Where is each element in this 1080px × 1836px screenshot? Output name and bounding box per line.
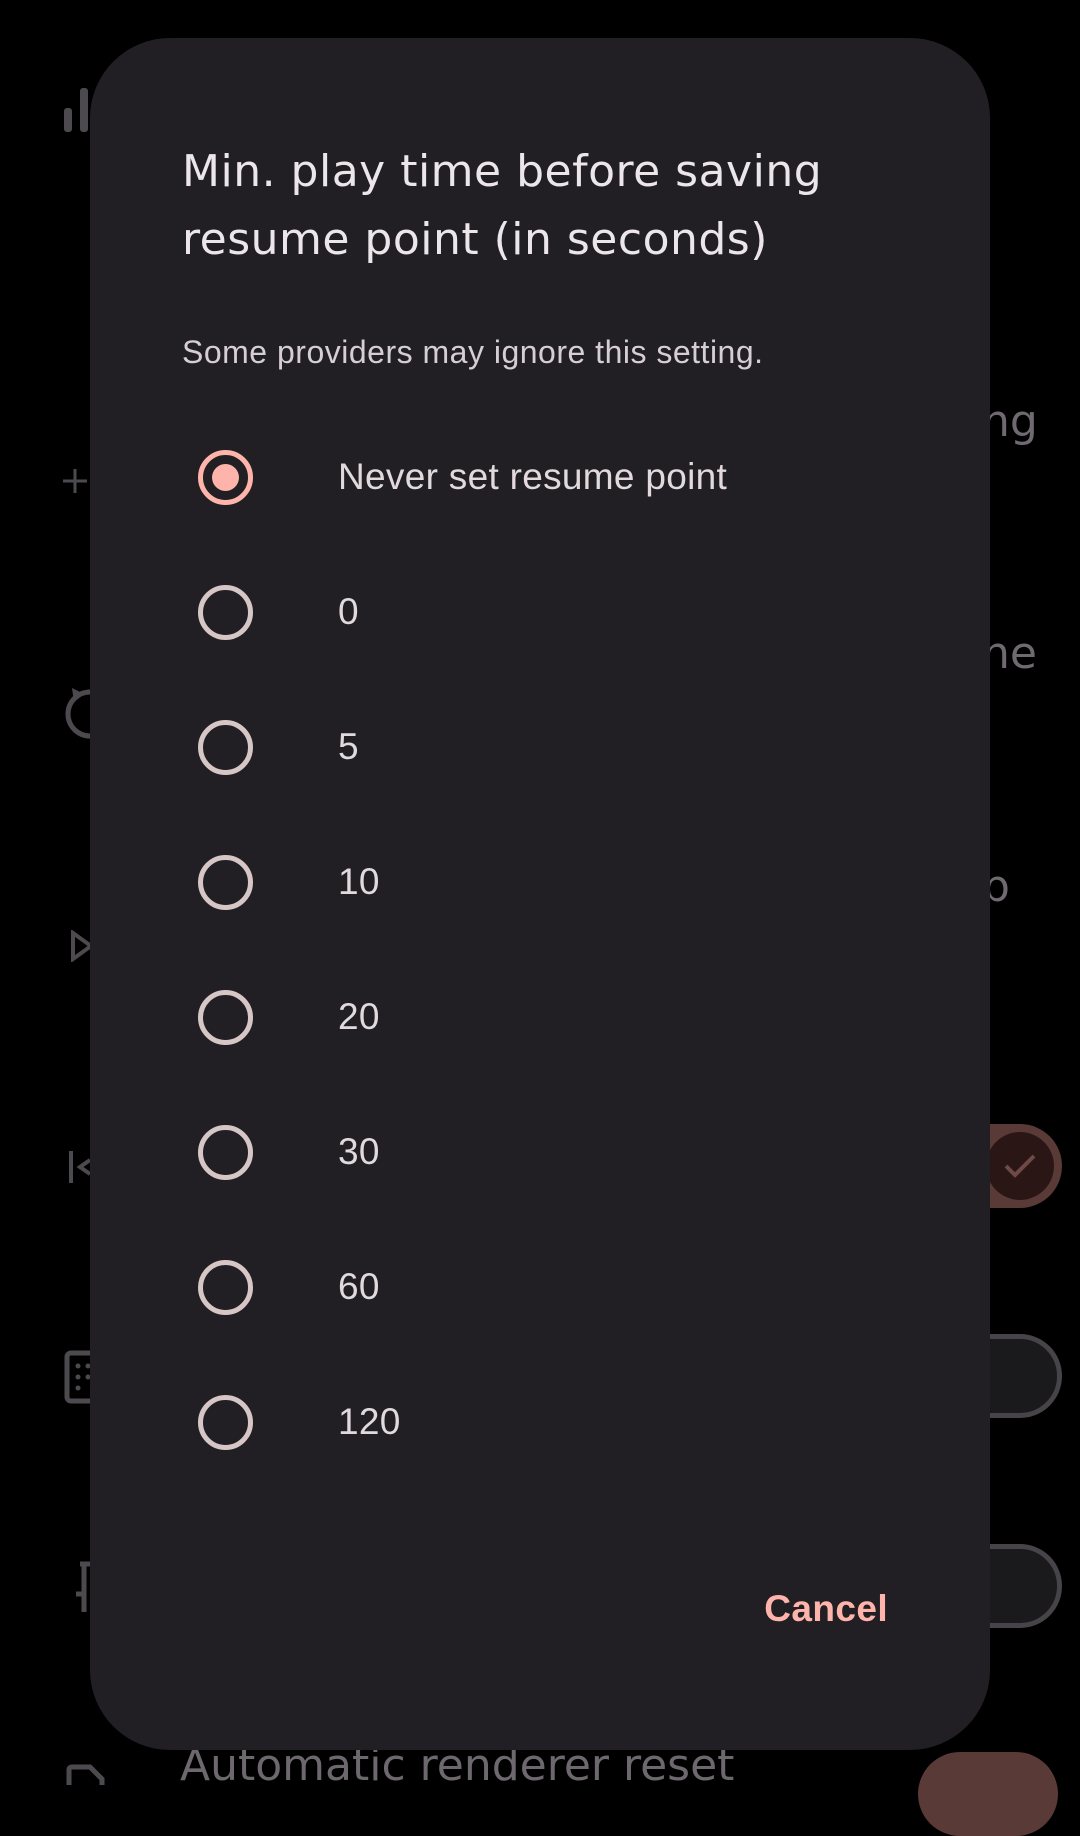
resume-point-dialog: Min. play time before saving resume poin… [90, 38, 990, 1750]
option-label: 120 [338, 1401, 401, 1442]
option-20[interactable]: 20 [90, 950, 990, 1085]
option-30[interactable]: 30 [90, 1085, 990, 1220]
option-never[interactable]: Never set resume point [90, 410, 990, 545]
option-label: 5 [338, 726, 359, 767]
cancel-button[interactable]: Cancel [754, 1578, 898, 1640]
radio-selected-dot [212, 464, 239, 491]
background-text-fragment: ng [982, 396, 1038, 447]
add-icon [60, 466, 90, 496]
stats-icon [62, 84, 92, 134]
option-120[interactable]: 120 [90, 1355, 990, 1490]
option-list: Never set resume point 0 5 10 20 30 60 1… [90, 410, 990, 1490]
toggle-knob [986, 1132, 1054, 1200]
radio-button[interactable] [198, 1260, 253, 1315]
radio-button[interactable] [198, 990, 253, 1045]
radio-button[interactable] [198, 855, 253, 910]
dialog-message: Some providers may ignore this setting. [182, 334, 764, 370]
option-label: 60 [338, 1266, 380, 1307]
skip-back-icon [68, 1148, 92, 1186]
background-text-fragment: ne [982, 628, 1037, 679]
radio-button[interactable] [198, 1125, 253, 1180]
option-10[interactable]: 10 [90, 815, 990, 950]
radio-button[interactable] [198, 585, 253, 640]
background-toggle-on [918, 1752, 1058, 1836]
document-icon [66, 1764, 106, 1785]
option-label: Never set resume point [338, 456, 728, 497]
option-label: 0 [338, 591, 359, 632]
radio-button[interactable] [198, 450, 253, 505]
replay-icon [62, 684, 92, 740]
option-label: 30 [338, 1131, 380, 1172]
option-label: 10 [338, 861, 380, 902]
grid-icon [64, 1350, 92, 1404]
option-label: 20 [338, 996, 380, 1037]
option-5[interactable]: 5 [90, 680, 990, 815]
radio-button[interactable] [198, 1395, 253, 1450]
radio-button[interactable] [198, 720, 253, 775]
option-60[interactable]: 60 [90, 1220, 990, 1355]
checkmark-icon [1004, 1154, 1036, 1178]
dialog-title: Min. play time before saving resume poin… [182, 146, 823, 265]
option-0[interactable]: 0 [90, 545, 990, 680]
